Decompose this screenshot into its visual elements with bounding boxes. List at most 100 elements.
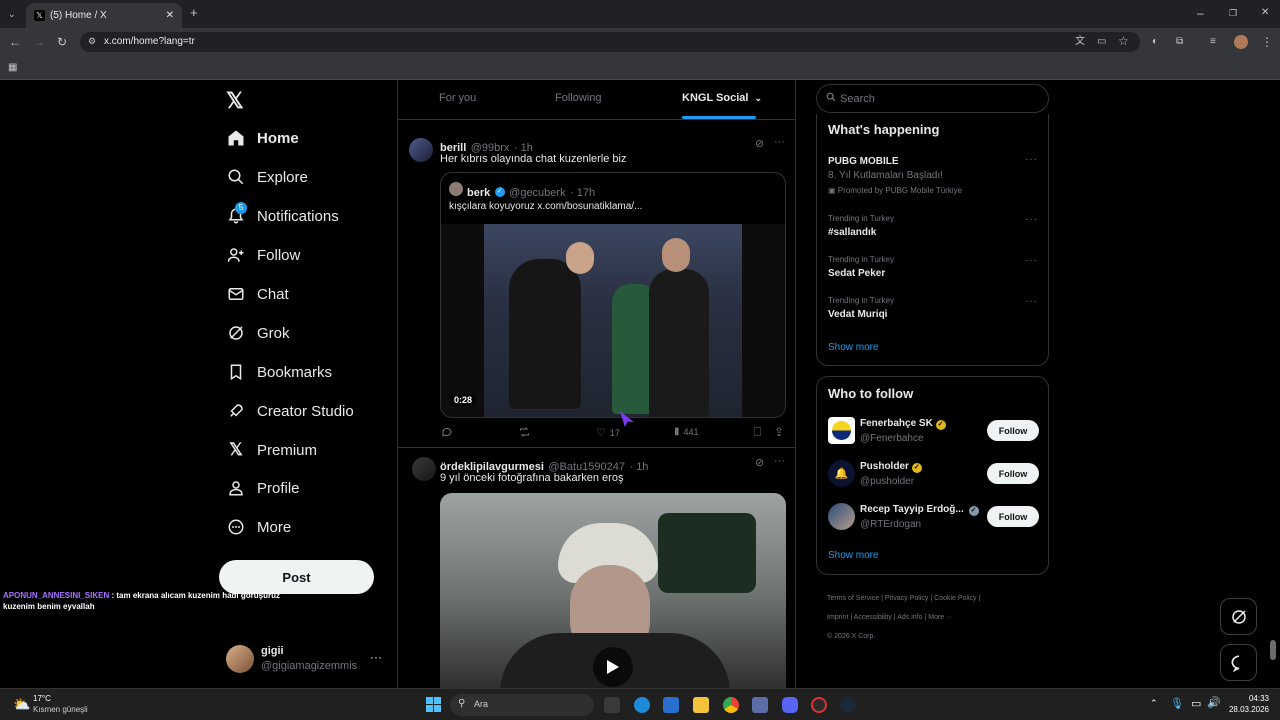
task-view-icon[interactable]	[604, 697, 620, 713]
tray-chevron-icon[interactable]: ⌃	[1150, 698, 1158, 709]
more-dots-icon[interactable]: ···	[1025, 154, 1038, 165]
footer-link-imprint[interactable]: Imprint	[827, 614, 848, 621]
volume-icon[interactable]: 🔊	[1207, 696, 1221, 709]
site-info-icon[interactable]: ⚙	[88, 36, 96, 47]
footer-link-ads-info[interactable]: Ads info	[897, 614, 922, 621]
weather-temp[interactable]: 17°C	[33, 694, 51, 703]
chat-float-button[interactable]	[1220, 644, 1257, 681]
url-bar[interactable]: ⚙ x.com/home?lang=tr	[80, 32, 1140, 52]
bookmark-icon[interactable]: ⎕	[754, 425, 761, 440]
obs-icon[interactable]	[811, 697, 827, 713]
sidebar-item-more[interactable]: More	[226, 513, 291, 541]
avatar[interactable]	[412, 457, 436, 481]
reply-icon[interactable]	[441, 426, 453, 438]
tweet[interactable]: berill @99brx · 1h ⊘ ··· Her kıbrıs olay…	[398, 128, 795, 448]
cast-icon[interactable]: ▭	[1097, 35, 1106, 49]
x-logo-icon[interactable]: 𝕏	[226, 88, 244, 114]
reload-icon[interactable]: ↻	[57, 35, 67, 49]
footer-link-cookie[interactable]: Cookie Policy	[934, 595, 976, 602]
quoted-tweet[interactable]: berk ✓ @gecuberk · 17h kışçılara koyuyor…	[440, 172, 786, 418]
extension-icon[interactable]: ◐	[1152, 35, 1158, 49]
clock-time[interactable]: 04:33	[1245, 694, 1269, 703]
x-page: 𝕏 Home Explore 5 Notifications Follow Ch…	[0, 80, 1280, 688]
footer-link-privacy[interactable]: Privacy Policy	[885, 595, 929, 602]
maximize-icon[interactable]: ❐	[1229, 6, 1237, 20]
edge-icon[interactable]	[634, 697, 650, 713]
tab-following[interactable]: Following	[555, 92, 601, 104]
more-dots-icon[interactable]: ···	[370, 650, 382, 664]
tweet-time[interactable]: · 1h	[629, 461, 648, 473]
reading-list-icon[interactable]: ≡	[1210, 35, 1216, 49]
footer-link-accessibility[interactable]: Accessibility	[854, 614, 892, 621]
grok-float-button[interactable]	[1220, 598, 1257, 635]
more-dots-icon[interactable]: ···	[1025, 255, 1038, 266]
search-input[interactable]: Search	[816, 84, 1049, 113]
sidebar-item-notifications[interactable]: 5 Notifications	[226, 202, 339, 230]
weather-icon[interactable]: ⛅	[13, 696, 30, 713]
more-dots-icon[interactable]: ···	[1025, 296, 1038, 307]
show-more-link[interactable]: Show more	[828, 342, 879, 353]
page-scrollbar[interactable]	[1270, 640, 1276, 660]
follow-button[interactable]: Follow	[987, 463, 1039, 484]
file-explorer-icon[interactable]	[693, 697, 709, 713]
sidebar-item-grok[interactable]: Grok	[226, 319, 290, 347]
more-dots-icon[interactable]: ···	[774, 136, 785, 148]
sidebar-item-chat[interactable]: Chat	[226, 280, 289, 308]
close-window-icon[interactable]: ✕	[1261, 6, 1269, 20]
sidebar-item-home[interactable]: Home	[226, 124, 299, 152]
sidebar-item-bookmarks[interactable]: Bookmarks	[226, 358, 332, 386]
close-tab-icon[interactable]: ✕	[166, 10, 174, 21]
minimize-icon[interactable]: –	[1197, 6, 1204, 20]
tab-kngl-social[interactable]: KNGL Social ⌄	[682, 92, 762, 104]
play-button-icon[interactable]	[593, 647, 633, 687]
extensions-puzzle-icon[interactable]: ⧉	[1176, 35, 1183, 49]
more-dots-icon[interactable]: ···	[774, 455, 785, 467]
app-gear-icon[interactable]	[752, 697, 768, 713]
tab-list-icon[interactable]: ⌄	[8, 7, 16, 21]
chrome-icon[interactable]	[723, 697, 739, 713]
translate-icon[interactable]: 文	[1075, 35, 1085, 49]
sidebar-item-follow[interactable]: Follow	[226, 241, 300, 269]
account-switcher[interactable]: gigii @gigiamagizemmis ···	[226, 642, 386, 676]
taskbar-search[interactable]: ⚲ Ara	[450, 694, 594, 716]
forward-icon[interactable]: →	[33, 35, 45, 49]
sidebar-item-label: More	[257, 518, 292, 536]
sidebar-item-profile[interactable]: Profile	[226, 474, 300, 502]
network-icon[interactable]: ▭	[1191, 697, 1201, 710]
avatar[interactable]	[409, 138, 433, 162]
grok-icon[interactable]: ⊘	[755, 137, 764, 150]
tab-for-you[interactable]: For you	[439, 92, 476, 104]
clock-date[interactable]: 28.03.2026	[1227, 705, 1269, 714]
show-more-link[interactable]: Show more	[828, 550, 879, 561]
start-icon[interactable]	[426, 697, 441, 712]
share-icon[interactable]: ⇪	[774, 425, 784, 439]
views-button[interactable]: ▮ 441	[674, 426, 699, 437]
profile-avatar-icon[interactable]	[1234, 35, 1248, 49]
steam-icon[interactable]	[840, 697, 856, 713]
more-dots-icon[interactable]: ···	[1025, 214, 1038, 225]
apps-grid-icon[interactable]: ▦	[8, 61, 17, 75]
follow-button[interactable]: Follow	[987, 506, 1039, 527]
back-icon[interactable]: ←	[9, 35, 21, 49]
footer-link-more[interactable]: More ···	[928, 614, 953, 621]
browser-menu-icon[interactable]: ⋮	[1261, 35, 1273, 49]
video-player[interactable]: 0:28	[441, 224, 785, 417]
sidebar-item-creator-studio[interactable]: Creator Studio	[226, 397, 354, 425]
tweet[interactable]: ördeklipilavgurmesi @Batu1590247 · 1h ⊘ …	[398, 449, 795, 688]
follow-button[interactable]: Follow	[987, 420, 1039, 441]
store-icon[interactable]	[663, 697, 679, 713]
microphone-icon[interactable]: 🎙	[1170, 697, 1184, 710]
grok-icon[interactable]: ⊘	[755, 456, 764, 469]
new-tab-icon[interactable]: +	[190, 6, 198, 20]
sidebar-item-premium[interactable]: 𝕏 Premium	[226, 436, 317, 464]
post-button[interactable]: Post	[219, 560, 374, 594]
bookmark-star-icon[interactable]: ☆	[1118, 34, 1129, 48]
browser-tab[interactable]: 𝕏 (5) Home / X ✕	[26, 3, 182, 28]
sidebar-item-explore[interactable]: Explore	[226, 163, 308, 191]
search-icon	[226, 167, 246, 187]
footer-link-terms[interactable]: Terms of Service	[827, 595, 879, 602]
repost-icon[interactable]	[518, 426, 531, 438]
discord-icon[interactable]	[782, 697, 798, 713]
like-button[interactable]: ♡ 17	[596, 426, 620, 439]
video-player[interactable]	[440, 493, 786, 688]
